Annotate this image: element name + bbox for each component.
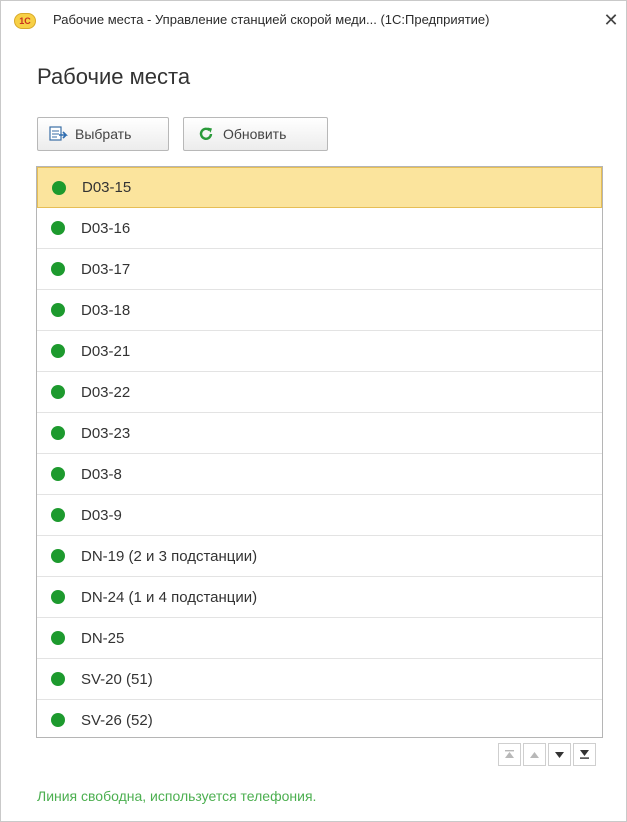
status-dot-icon bbox=[51, 508, 65, 522]
list-item[interactable]: DN-24 (1 и 4 подстанции) bbox=[37, 577, 602, 618]
last-page-icon bbox=[579, 746, 590, 764]
status-dot-icon bbox=[51, 303, 65, 317]
list-item[interactable]: DN-25 bbox=[37, 618, 602, 659]
refresh-button-label: Обновить bbox=[223, 126, 287, 142]
window-title: Рабочие места - Управление станцией скор… bbox=[53, 12, 490, 27]
status-dot-icon bbox=[51, 467, 65, 481]
list-item[interactable]: DN-19 (2 и 3 подстанции) bbox=[37, 536, 602, 577]
list-item-label: D03-18 bbox=[81, 301, 131, 319]
close-button[interactable]: ✕ bbox=[601, 10, 621, 30]
list-item-label: D03-23 bbox=[81, 424, 131, 442]
status-dot-icon bbox=[51, 262, 65, 276]
status-dot-icon bbox=[51, 549, 65, 563]
list-item-label: D03-16 bbox=[81, 219, 131, 237]
scroll-down-button[interactable] bbox=[548, 743, 571, 766]
status-dot-icon bbox=[52, 180, 66, 195]
select-icon bbox=[48, 124, 68, 144]
arrow-up-icon bbox=[529, 746, 540, 764]
status-dot-icon bbox=[51, 590, 65, 604]
list-item[interactable]: D03-17 bbox=[37, 249, 602, 290]
list-item[interactable]: D03-21 bbox=[37, 331, 602, 372]
status-dot-icon bbox=[51, 631, 65, 645]
status-dot-icon bbox=[51, 672, 65, 686]
scroll-up-button[interactable] bbox=[523, 743, 546, 766]
status-dot-icon bbox=[51, 344, 65, 358]
page-title: Рабочие места bbox=[37, 64, 191, 89]
status-dot-icon bbox=[51, 385, 65, 399]
list-item-label: DN-19 (2 и 3 подстанции) bbox=[81, 547, 258, 565]
workplaces-list[interactable]: D03-15 D03-16 D03-17 D03-18 D03-21 D03-2… bbox=[36, 166, 603, 738]
status-dot-icon bbox=[51, 221, 65, 235]
list-item[interactable]: D03-18 bbox=[37, 290, 602, 331]
list-item[interactable]: D03-23 bbox=[37, 413, 602, 454]
list-item[interactable]: D03-8 bbox=[37, 454, 602, 495]
list-item[interactable]: SV-20 (51) bbox=[37, 659, 602, 700]
status-dot-icon bbox=[51, 713, 65, 727]
list-item-label: DN-24 (1 и 4 подстанции) bbox=[81, 588, 258, 606]
status-dot-icon bbox=[51, 426, 65, 440]
select-button-label: Выбрать bbox=[75, 126, 132, 142]
refresh-icon bbox=[196, 124, 216, 144]
status-text: Линия свободна, используется телефония. bbox=[37, 788, 317, 804]
list-item[interactable]: D03-22 bbox=[37, 372, 602, 413]
app-logo-icon: 1С bbox=[14, 13, 36, 29]
list-item-label: D03-15 bbox=[82, 179, 132, 196]
scroll-to-bottom-button[interactable] bbox=[573, 743, 596, 766]
list-item-label: D03-17 bbox=[81, 260, 131, 278]
list-item-label: D03-22 bbox=[81, 383, 131, 401]
list-item-label: D03-21 bbox=[81, 342, 131, 360]
list-item-label: DN-25 bbox=[81, 629, 125, 647]
first-page-icon bbox=[504, 746, 515, 764]
select-button[interactable]: Выбрать bbox=[37, 117, 169, 151]
refresh-button[interactable]: Обновить bbox=[183, 117, 328, 151]
list-item[interactable]: SV-26 (52) bbox=[37, 700, 602, 737]
list-item-label: SV-26 (52) bbox=[81, 711, 153, 729]
list-item-label: D03-9 bbox=[81, 506, 122, 524]
arrow-down-icon bbox=[554, 746, 565, 764]
list-item-label: SV-20 (51) bbox=[81, 670, 153, 688]
list-item[interactable]: D03-15 bbox=[37, 167, 602, 208]
list-item[interactable]: D03-9 bbox=[37, 495, 602, 536]
list-item[interactable]: D03-16 bbox=[37, 208, 602, 249]
scroll-to-top-button[interactable] bbox=[498, 743, 521, 766]
title-bar: 1С Рабочие места - Управление станцией с… bbox=[1, 1, 626, 41]
app-window: 1С Рабочие места - Управление станцией с… bbox=[0, 0, 627, 822]
list-item-label: D03-8 bbox=[81, 465, 122, 483]
